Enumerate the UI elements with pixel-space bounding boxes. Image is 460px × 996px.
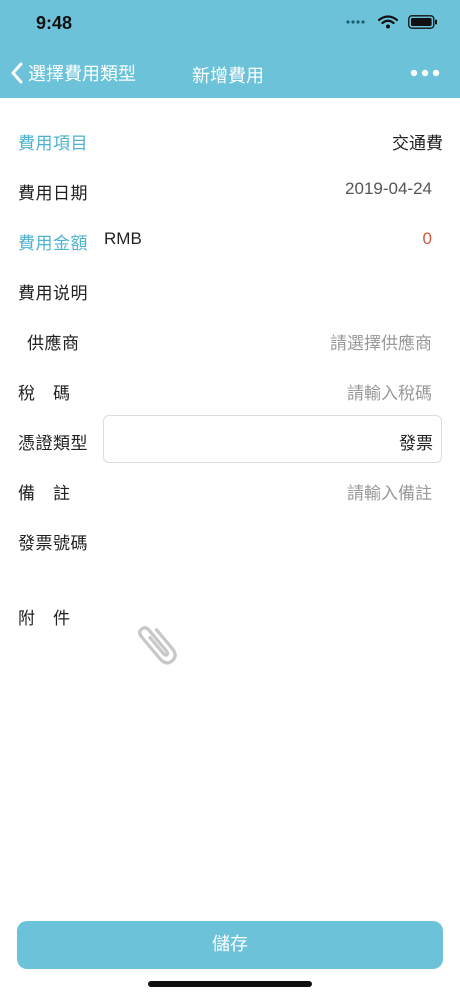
battery-icon <box>408 15 437 29</box>
voucher-type-value: 發票 <box>399 434 433 454</box>
expense-item-label: 費用項目 <box>18 134 88 154</box>
page-title: 新增費用 <box>192 66 264 87</box>
currency-label: RMB <box>104 229 142 248</box>
attachment-row: 附 件 <box>0 590 460 640</box>
voucher-type-select[interactable]: 發票 <box>103 415 442 463</box>
supplier-select[interactable]: 請選擇供應商 <box>330 329 432 354</box>
status-indicators <box>346 15 438 29</box>
paperclip-icon[interactable] <box>128 616 188 672</box>
expense-amount-row[interactable]: 費用金額 RMB 0 <box>0 215 460 265</box>
remark-label: 備 註 <box>18 484 71 504</box>
nav-bar: 選擇費用類型 新增費用 <box>0 48 460 98</box>
supplier-label: 供應商 <box>27 334 80 354</box>
more-dots-icon <box>410 69 440 77</box>
expense-desc-label: 費用说明 <box>18 284 88 304</box>
remark-row[interactable]: 備 註 請輸入備註 <box>0 465 460 515</box>
status-bar: 9:48 <box>0 0 460 48</box>
expense-date-value: 2019-04-24 <box>345 179 432 198</box>
expense-date-label: 費用日期 <box>18 184 88 204</box>
expense-item-value: 交通費 <box>392 134 443 154</box>
remark-input[interactable]: 請輸入備註 <box>347 479 432 504</box>
tax-code-label: 稅 碼 <box>18 384 71 404</box>
voucher-type-label: 憑證類型 <box>18 434 88 454</box>
wifi-icon <box>378 15 398 29</box>
expense-desc-row[interactable]: 費用说明 <box>0 265 460 315</box>
invoice-no-label: 發票號碼 <box>18 534 88 554</box>
save-button[interactable]: 儲存 <box>17 921 443 969</box>
invoice-no-row[interactable]: 發票號碼 <box>0 515 460 565</box>
signal-icon <box>346 20 365 24</box>
tax-code-row[interactable]: 稅 碼 請輸入稅碼 <box>0 365 460 415</box>
tax-code-input[interactable]: 請輸入稅碼 <box>347 379 432 404</box>
supplier-row[interactable]: 供應商 請選擇供應商 <box>0 315 460 365</box>
expense-date-row[interactable]: 費用日期 2019-04-24 <box>0 165 460 215</box>
home-indicator <box>148 981 312 987</box>
attachment-label: 附 件 <box>18 609 71 629</box>
expense-amount-label: 費用金額 <box>18 234 88 254</box>
chevron-left-icon <box>11 62 23 84</box>
back-button-label: 選擇費用類型 <box>28 64 136 85</box>
more-button[interactable] <box>408 60 442 86</box>
back-button[interactable]: 選擇費用類型 <box>10 58 136 88</box>
status-time: 9:48 <box>36 13 73 33</box>
expense-item-row[interactable]: 費用項目 交通費 <box>0 115 460 165</box>
expense-amount-input[interactable]: 0 <box>423 229 432 249</box>
